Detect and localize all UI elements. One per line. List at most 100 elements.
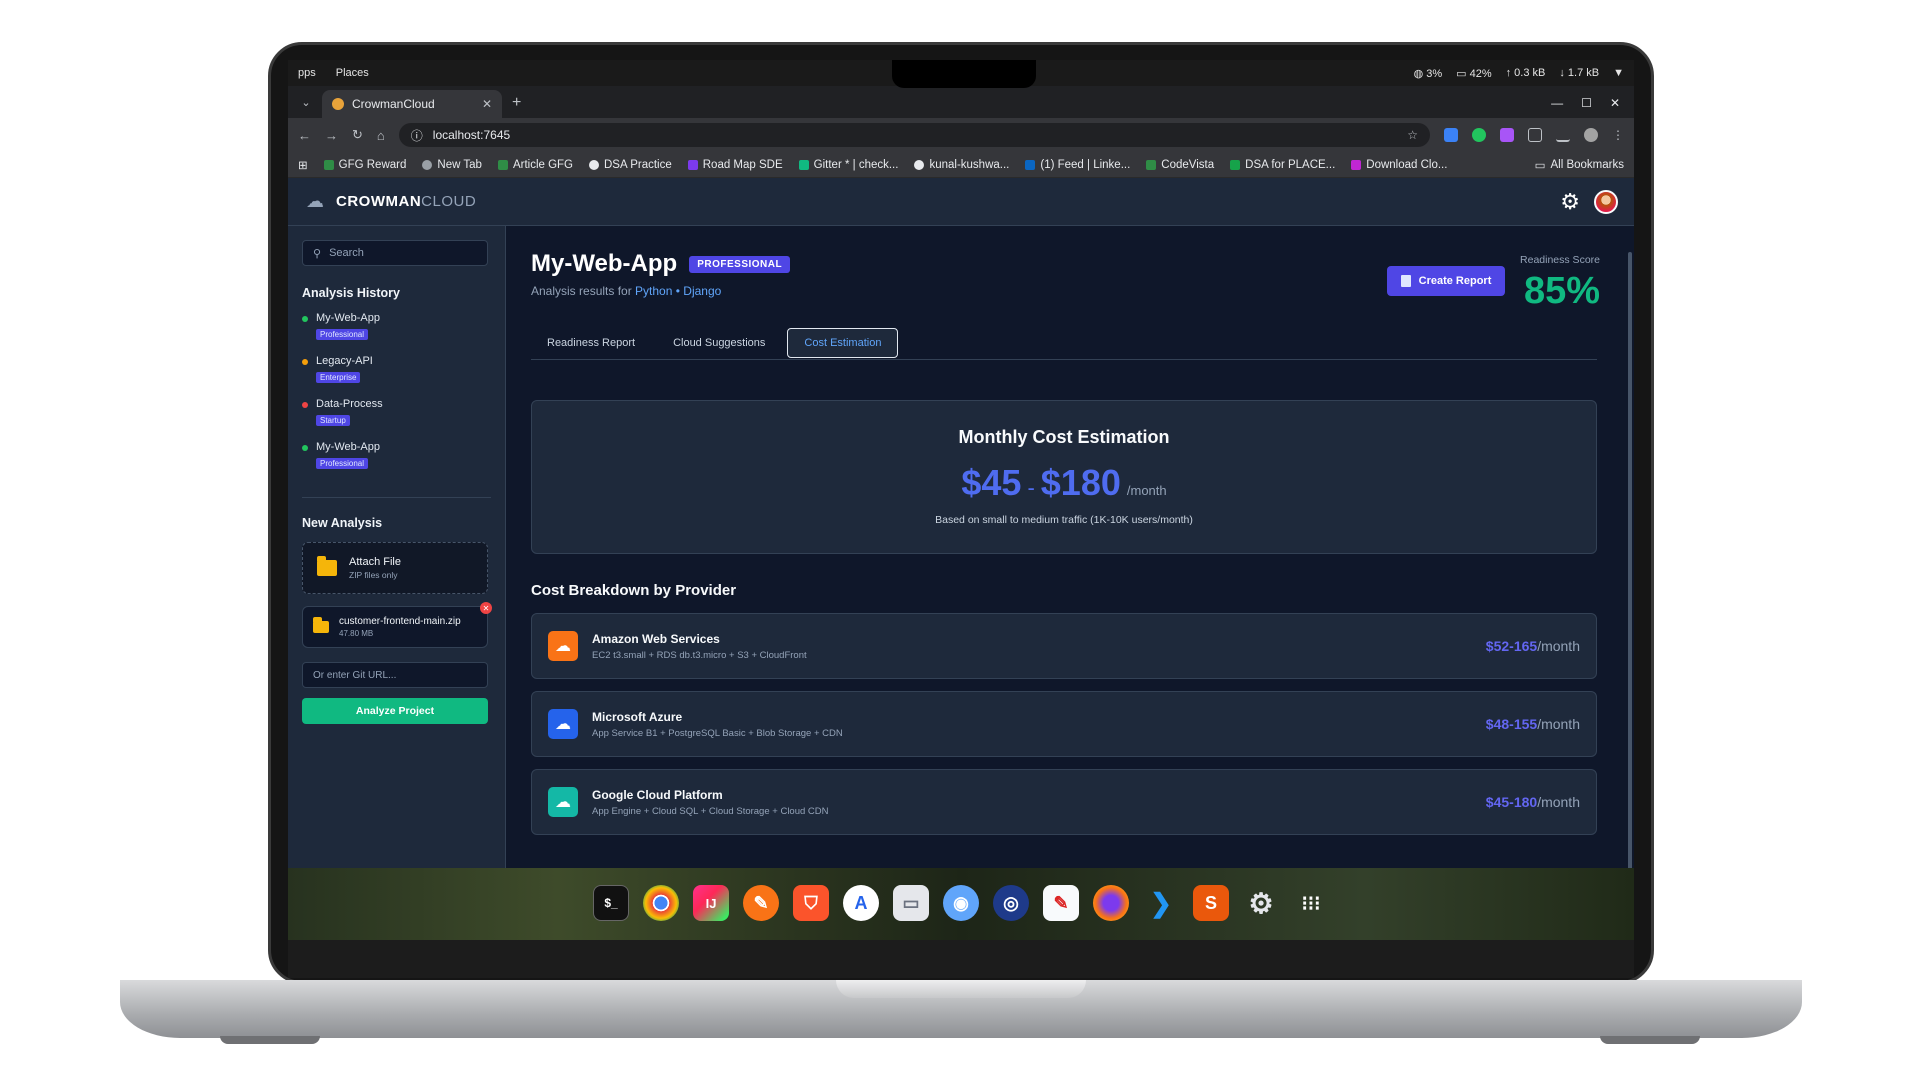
network-app-icon[interactable]: ◉ <box>943 885 979 921</box>
bookmark-star-icon[interactable]: ☆ <box>1407 128 1418 142</box>
status-dot <box>302 359 308 365</box>
app-dock: $_ IJ ✎ ⛉ A ▭ ◉ ◎ ✎ ❯ S ⚙ ⁝⁝⁝ <box>588 878 1334 928</box>
reload-icon[interactable]: ↻ <box>352 127 363 143</box>
search-placeholder: Search <box>329 247 364 259</box>
history-item[interactable]: Legacy-API Enterprise <box>302 355 491 385</box>
brave-icon[interactable]: ⛉ <box>793 885 829 921</box>
chrome-icon[interactable] <box>643 885 679 921</box>
attach-file-dropzone[interactable]: Attach File ZIP files only <box>302 542 488 594</box>
history-item[interactable]: My-Web-App Professional <box>302 312 491 342</box>
settings-gear-icon[interactable]: ⚙ <box>1560 189 1580 215</box>
settings-icon[interactable]: ⚙ <box>1243 885 1279 921</box>
estimate-high: $180 <box>1040 462 1121 503</box>
tab-close-icon[interactable]: ✕ <box>482 97 492 111</box>
bookmark-item[interactable]: CodeVista <box>1146 159 1214 171</box>
bookmark-item[interactable]: kunal-kushwa... <box>914 159 1009 171</box>
os-places-menu[interactable]: Places <box>336 67 369 79</box>
tab-readiness-report[interactable]: Readiness Report <box>531 328 651 358</box>
analysis-history-list: My-Web-App Professional Legacy-API Enterpr… <box>302 312 491 471</box>
bookmark-item[interactable]: GFG Reward <box>323 159 406 171</box>
status-dot <box>302 316 308 322</box>
app-store-icon[interactable]: A <box>843 885 879 921</box>
apps-grid-icon[interactable]: ⊞ <box>298 158 308 172</box>
history-item[interactable]: My-Web-App Professional <box>302 441 491 471</box>
browser-menu-icon[interactable]: ⋮ <box>1612 128 1624 142</box>
bookmark-item[interactable]: Article GFG <box>497 159 573 171</box>
app-logo[interactable]: CROWMANCLOUD <box>336 193 476 210</box>
search-input[interactable]: ⚲ Search <box>302 240 488 266</box>
grammarly-icon[interactable] <box>1472 128 1486 142</box>
tier-badge: Professional <box>316 329 369 340</box>
forward-icon[interactable]: → <box>325 128 338 143</box>
tab-cloud-suggestions[interactable]: Cloud Suggestions <box>657 328 781 358</box>
history-item[interactable]: Data-Process Startup <box>302 398 491 428</box>
cloud-icon: ☁ <box>548 631 578 661</box>
back-icon[interactable]: ← <box>298 128 311 143</box>
tier-badge: Startup <box>316 415 350 426</box>
provider-list: ☁ Amazon Web Services EC2 t3.small + RDS… <box>531 613 1597 835</box>
all-bookmarks[interactable]: ▭ All Bookmarks <box>1535 158 1624 172</box>
provider-row-aws[interactable]: ☁ Amazon Web Services EC2 t3.small + RDS… <box>531 613 1597 679</box>
browser-tab[interactable]: CrowmanCloud ✕ <box>322 90 502 118</box>
vpn-app-icon[interactable]: ◎ <box>993 885 1029 921</box>
git-url-input[interactable]: Or enter Git URL... <box>302 662 488 688</box>
site-info-icon[interactable]: ⓘ <box>411 127 423 144</box>
history-item-name: Data-Process <box>316 398 383 410</box>
intellij-icon[interactable]: IJ <box>693 885 729 921</box>
files-icon[interactable]: ▭ <box>893 885 929 921</box>
document-viewer-icon[interactable]: ✎ <box>1043 885 1079 921</box>
extensions-puzzle-icon[interactable] <box>1528 128 1542 142</box>
new-analysis-title: New Analysis <box>302 516 383 530</box>
close-window-icon[interactable]: ✕ <box>1610 96 1620 110</box>
provider-price: $45-180/month <box>1485 794 1580 810</box>
provider-name: Microsoft Azure <box>592 709 683 724</box>
terminal-icon[interactable]: $_ <box>593 885 629 921</box>
bookmark-item[interactable]: Road Map SDE <box>687 159 783 171</box>
analyze-project-button[interactable]: Analyze Project <box>302 698 488 724</box>
folder-icon <box>317 556 337 576</box>
address-bar: ← → ↻ ⌂ ⓘ localhost:7645 ☆ ⋮ <box>288 118 1634 152</box>
new-tab-icon[interactable]: + <box>512 94 521 112</box>
provider-row-azure[interactable]: ☁ Microsoft Azure App Service B1 + Postg… <box>531 691 1597 757</box>
cloud-icon: ☁ <box>548 787 578 817</box>
tier-badge: PROFESSIONAL <box>689 255 791 273</box>
provider-desc: EC2 t3.small + RDS db.t3.micro + S3 + Cl… <box>592 649 807 661</box>
maximize-icon[interactable]: ☐ <box>1581 96 1592 110</box>
battery-indicator: ▭ 42% <box>1456 67 1492 80</box>
minimize-icon[interactable]: — <box>1551 96 1563 110</box>
search-icon: ⚲ <box>313 247 322 260</box>
bookmark-item[interactable]: New Tab <box>422 159 482 171</box>
create-report-button[interactable]: Create Report <box>1387 266 1505 296</box>
os-apps-menu[interactable]: pps <box>298 67 316 79</box>
tab-cost-estimation[interactable]: Cost Estimation <box>787 328 899 358</box>
provider-row-gcp[interactable]: ☁ Google Cloud Platform App Engine + Clo… <box>531 769 1597 835</box>
tab-search-icon[interactable]: ⌄ <box>296 92 316 112</box>
vscode-icon[interactable]: ❯ <box>1143 885 1179 921</box>
downloads-icon[interactable] <box>1556 128 1570 142</box>
bookmark-item[interactable]: Download Clo... <box>1351 159 1447 171</box>
bookmark-item[interactable]: DSA for PLACE... <box>1230 159 1335 171</box>
url-field[interactable]: ⓘ localhost:7645 ☆ <box>398 123 1430 147</box>
page-scrollbar[interactable] <box>1628 252 1632 912</box>
bookmark-item[interactable]: Gitter * | check... <box>798 159 898 171</box>
bookmark-item[interactable]: DSA Practice <box>589 159 672 171</box>
estimate-title: Monthly Cost Estimation <box>958 427 1170 447</box>
result-tabs: Readiness Report Cloud Suggestions Cost … <box>531 328 1597 360</box>
pen-app-icon[interactable]: ✎ <box>743 885 779 921</box>
bookmark-item[interactable]: (1) Feed | Linke... <box>1025 159 1130 171</box>
provider-name: Amazon Web Services <box>592 631 720 646</box>
document-icon <box>1400 275 1411 287</box>
analysis-history-title: Analysis History <box>302 286 400 300</box>
wifi-icon[interactable]: ▼ <box>1613 67 1624 80</box>
extension-icon[interactable] <box>1500 128 1514 142</box>
sublime-icon[interactable]: S <box>1193 885 1229 921</box>
tech-stack[interactable]: Python • Django <box>635 284 721 298</box>
profile-icon[interactable] <box>1584 128 1598 142</box>
user-avatar[interactable] <box>1594 189 1618 214</box>
extension-icon[interactable] <box>1444 128 1458 142</box>
home-icon[interactable]: ⌂ <box>377 128 385 143</box>
app-grid-icon[interactable]: ⁝⁝⁝ <box>1293 885 1329 921</box>
tier-badge: Professional <box>316 458 369 469</box>
firefox-icon[interactable] <box>1093 885 1129 921</box>
remove-file-icon[interactable]: ✕ <box>480 602 492 614</box>
